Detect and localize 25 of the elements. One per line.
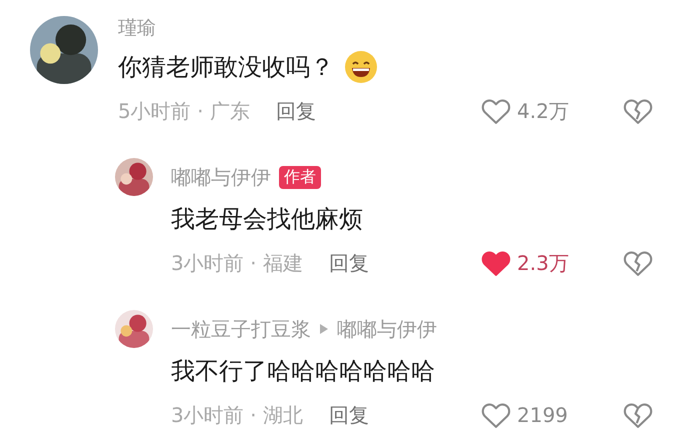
- reply-link[interactable]: 回复: [328, 250, 369, 276]
- like-button[interactable]: 2199: [481, 401, 599, 429]
- time-location: 3小时前 · 福建: [171, 250, 303, 276]
- broken-heart-icon: [623, 249, 653, 277]
- time-location: 5小时前 · 广东: [118, 98, 250, 124]
- broken-heart-icon: [623, 401, 653, 429]
- user-name[interactable]: 一粒豆子打豆浆: [171, 316, 311, 342]
- reply-arrow-icon: [319, 323, 329, 335]
- avatar[interactable]: [115, 158, 153, 196]
- time-location: 3小时前 · 湖北: [171, 402, 303, 428]
- user-name[interactable]: 嘟嘟与伊伊: [337, 316, 437, 342]
- author-badge: 作者: [279, 166, 321, 188]
- like-count: 2.3万: [517, 250, 569, 276]
- broken-heart-icon: [623, 97, 653, 125]
- like-button[interactable]: 4.2万: [481, 97, 599, 125]
- like-button[interactable]: 2.3万: [481, 249, 599, 277]
- user-name[interactable]: 瑾瑜: [118, 15, 156, 41]
- like-count: 2199: [517, 403, 568, 427]
- comment-text: 你猜老师敢没收吗？: [118, 52, 334, 83]
- reply-link[interactable]: 回复: [276, 98, 316, 124]
- like-count: 4.2万: [517, 98, 569, 124]
- reply-link[interactable]: 回复: [328, 402, 369, 428]
- comment-text: 我老母会找他麻烦: [171, 204, 363, 235]
- comment-text: 我不行了哈哈哈哈哈哈哈: [171, 356, 435, 387]
- user-name[interactable]: 嘟嘟与伊伊: [171, 164, 271, 190]
